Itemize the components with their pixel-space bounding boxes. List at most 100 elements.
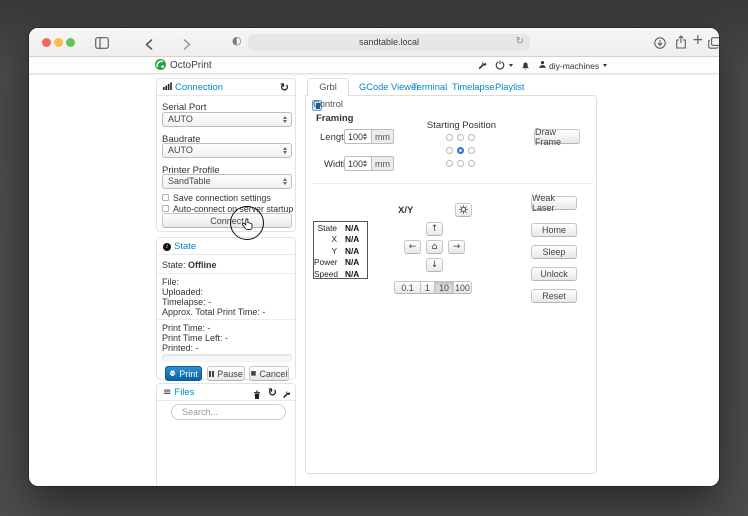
gear-icon <box>459 205 468 216</box>
system-menu[interactable] <box>495 57 513 74</box>
settings-wrench-icon[interactable] <box>477 57 487 74</box>
files-search-input[interactable] <box>171 404 286 420</box>
serial-port-select[interactable]: AUTO <box>162 112 292 127</box>
jog-settings-gear-button[interactable] <box>455 203 472 217</box>
back-button[interactable] <box>145 37 153 55</box>
refresh-files-icon[interactable]: ↻ <box>268 386 277 399</box>
unlock-button[interactable]: Unlock <box>531 267 577 281</box>
zoom-window-button[interactable] <box>66 38 75 47</box>
xy-label: X/Y <box>398 205 413 216</box>
machine-state-line: State: Offline <box>162 260 292 270</box>
tab-grbl-control[interactable]: Grbl Control <box>307 78 349 96</box>
grbl-control-tab-content: Framing Length mm Width mm Starting Posi… <box>305 95 597 474</box>
start-pos-radio-mid-left[interactable] <box>446 147 453 154</box>
cancel-button[interactable]: ■ Cancel <box>249 366 289 381</box>
start-pos-radio-bottom-left[interactable] <box>446 160 453 167</box>
start-pos-radio-center-selected[interactable] <box>457 147 464 154</box>
select-stepper-icon <box>283 116 287 124</box>
home-button[interactable]: Home <box>531 223 577 237</box>
signal-icon <box>163 82 172 93</box>
jog-down-button[interactable]: ↓ <box>426 258 443 272</box>
octoprint-brand[interactable]: OctoPrint <box>155 57 212 74</box>
step-10-button-active[interactable]: 10 <box>434 281 454 294</box>
close-window-button[interactable] <box>42 38 51 47</box>
divider <box>157 319 295 320</box>
files-panel-header: ≡ Files ↻ <box>157 384 295 401</box>
start-pos-radio-bottom-center[interactable] <box>457 160 464 167</box>
forward-button[interactable] <box>183 37 191 55</box>
arrow-down-icon: ↓ <box>431 260 439 270</box>
downloads-icon[interactable] <box>654 36 666 54</box>
connection-panel-header: Connection ↻ <box>157 79 295 96</box>
notifications-bell-icon[interactable] <box>521 57 530 74</box>
reset-button[interactable]: Reset <box>531 289 577 303</box>
step-1-button[interactable]: 1 <box>420 281 435 294</box>
tab-overview-icon[interactable] <box>708 36 719 54</box>
tab-gcode-viewer[interactable]: GCode Viewer <box>359 82 419 92</box>
new-tab-icon[interactable]: + <box>692 32 704 48</box>
save-connection-checkbox[interactable] <box>162 194 169 201</box>
select-stepper-icon <box>283 178 287 186</box>
connect-button[interactable]: Connect <box>162 213 292 228</box>
start-pos-radio-mid-right[interactable] <box>468 147 475 154</box>
state-panel-title[interactable]: i State <box>163 238 196 255</box>
autoconnect-checkbox[interactable] <box>162 205 169 212</box>
sleep-button[interactable]: Sleep <box>531 245 577 259</box>
user-icon <box>538 60 547 71</box>
print-button[interactable]: Print <box>165 366 202 381</box>
number-stepper-icon[interactable] <box>363 133 367 140</box>
length-input-group: mm <box>344 129 394 144</box>
files-panel: ≡ Files ↻ <box>156 383 296 486</box>
arrow-up-icon: ↑ <box>431 224 439 234</box>
sidebar-toggle-icon[interactable] <box>95 36 109 54</box>
length-input[interactable] <box>344 129 372 144</box>
pause-button[interactable]: Pause <box>207 366 245 381</box>
step-100-button[interactable]: 100 <box>453 281 472 294</box>
table-row: YN/A <box>314 245 367 257</box>
octoprint-navbar: OctoPrint diy-machines <box>29 57 719 74</box>
browser-titlebar: ◐ sandtable.local ↻ + <box>29 28 719 57</box>
table-row: StateN/A <box>314 222 367 234</box>
jog-right-button[interactable]: → <box>448 240 465 254</box>
approx-print-time-line: Approx. Total Print Time: - <box>162 307 292 317</box>
print-progress-bar <box>162 354 292 362</box>
octoprint-logo-icon <box>155 59 166 73</box>
width-input-group: mm <box>344 156 394 171</box>
user-menu-label: diy-machines <box>549 61 599 71</box>
start-pos-radio-top-right[interactable] <box>468 134 475 141</box>
info-icon: i <box>163 243 171 251</box>
draw-frame-button[interactable]: Draw Frame <box>534 129 580 144</box>
width-input[interactable] <box>344 156 372 171</box>
extension-icon[interactable]: ◐ <box>232 34 242 47</box>
tab-terminal[interactable]: Terminal <box>412 82 447 92</box>
files-settings-wrench-icon[interactable] <box>282 387 291 405</box>
framing-title: Framing <box>316 113 353 124</box>
tab-timelapse[interactable]: Timelapse <box>452 82 495 92</box>
tab-playlist[interactable]: Playlist <box>495 82 524 92</box>
jog-step-size-group: 0.1 1 10 100 <box>394 281 472 294</box>
reload-icon[interactable]: ↻ <box>516 34 524 50</box>
jog-home-button[interactable]: ⌂ <box>426 240 443 254</box>
printer-profile-select[interactable]: SandTable <box>162 174 292 189</box>
step-0.1-button[interactable]: 0.1 <box>394 281 421 294</box>
browser-window: ◐ sandtable.local ↻ + OctoPrint <box>29 28 719 486</box>
number-stepper-icon[interactable] <box>363 160 367 167</box>
refresh-ports-icon[interactable]: ↻ <box>280 81 289 94</box>
jog-left-button[interactable]: ← <box>404 240 421 254</box>
trash-icon[interactable] <box>253 387 261 405</box>
minimize-window-button[interactable] <box>54 38 63 47</box>
files-panel-title[interactable]: ≡ Files <box>163 384 194 401</box>
file-line: File: <box>162 277 292 287</box>
brand-label: OctoPrint <box>170 60 212 71</box>
share-icon[interactable] <box>675 35 687 54</box>
weak-laser-button[interactable]: Weak Laser <box>531 196 577 210</box>
url-bar[interactable]: sandtable.local ↻ <box>248 34 530 51</box>
start-pos-radio-top-left[interactable] <box>446 134 453 141</box>
connection-panel-title[interactable]: Connection <box>163 79 223 96</box>
arrow-left-icon: ← <box>409 242 417 252</box>
baudrate-select[interactable]: AUTO <box>162 143 292 158</box>
start-pos-radio-bottom-right[interactable] <box>468 160 475 167</box>
jog-up-button[interactable]: ↑ <box>426 222 443 236</box>
start-pos-radio-top-center[interactable] <box>457 134 464 141</box>
user-menu[interactable]: diy-machines <box>538 57 607 74</box>
